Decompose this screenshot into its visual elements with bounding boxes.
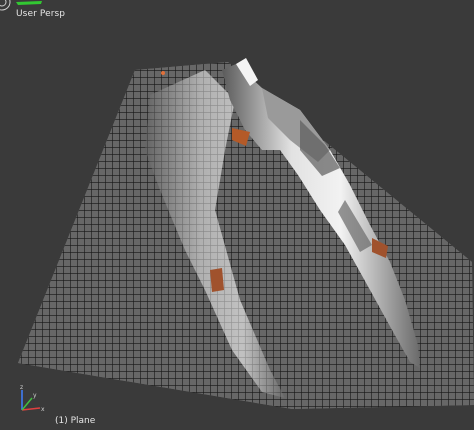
light-source-dot[interactable] — [161, 71, 165, 75]
y-axis-label: y — [33, 392, 37, 399]
z-axis-label: z — [20, 384, 23, 391]
scene-render[interactable] — [0, 0, 474, 430]
area-corner-widget[interactable] — [0, 0, 12, 12]
progress-indicator — [16, 1, 42, 5]
active-object-label: (1) Plane — [55, 416, 96, 426]
x-axis-line — [21, 407, 41, 411]
axis-gizmo: z x y — [20, 384, 45, 413]
view-mode-label: User Persp — [16, 9, 66, 19]
y-axis-line — [21, 397, 33, 411]
x-axis-label: x — [41, 406, 45, 413]
3d-viewport[interactable]: User Persp z x y (1) Plane — [0, 0, 474, 430]
